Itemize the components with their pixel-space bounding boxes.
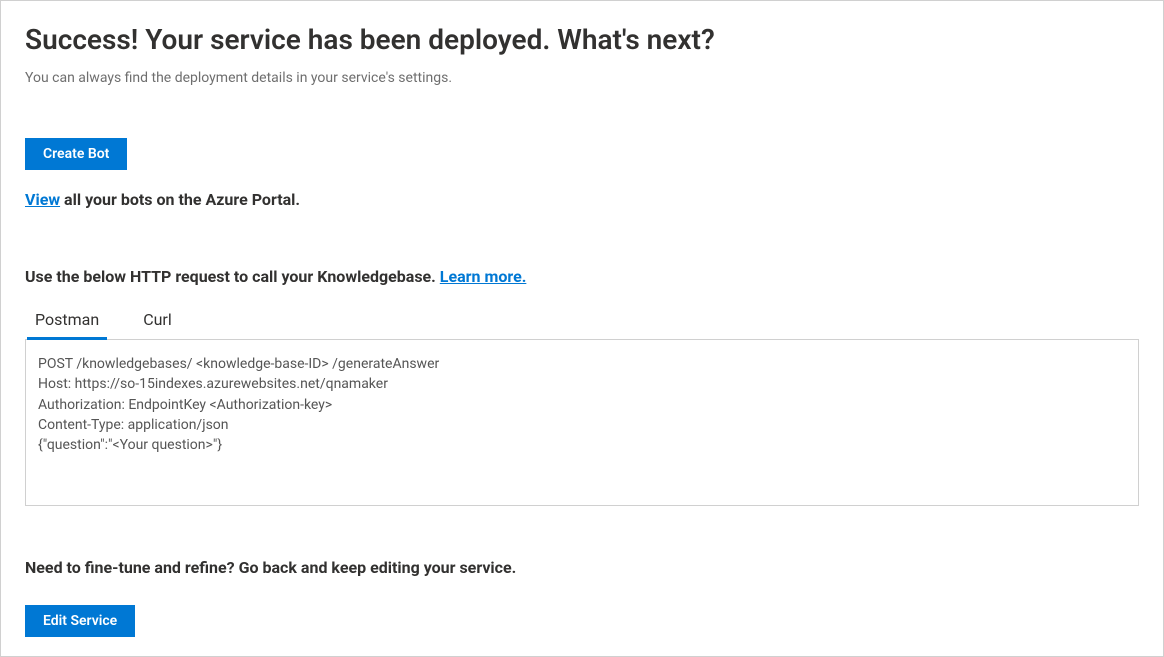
create-bot-button[interactable]: Create Bot: [25, 138, 127, 170]
learn-more-link[interactable]: Learn more.: [440, 267, 527, 286]
auth-key-placeholder: <Authorization-key>: [210, 397, 333, 413]
edit-service-button[interactable]: Edit Service: [25, 605, 135, 637]
view-bots-rest: all your bots on the Azure Portal.: [60, 190, 300, 209]
tab-curl[interactable]: Curl: [141, 304, 174, 339]
question-placeholder: <Your question>: [113, 437, 213, 453]
deployment-success-panel: Success! Your service has been deployed.…: [0, 0, 1164, 657]
tab-postman[interactable]: Postman: [33, 304, 101, 339]
page-title: Success! Your service has been deployed.…: [25, 23, 1139, 56]
code-line-1: POST /knowledgebases/ <knowledge-base-ID…: [38, 354, 1126, 374]
subtitle-text: You can always find the deployment detai…: [25, 70, 1139, 86]
code-line-3: Authorization: EndpointKey <Authorizatio…: [38, 395, 1126, 415]
http-request-code-box: POST /knowledgebases/ <knowledge-base-ID…: [25, 339, 1139, 506]
http-request-intro: Use the below HTTP request to call your …: [25, 267, 1139, 286]
code-line-5: {"question":"<Your question>"}: [38, 435, 1126, 455]
refine-text: Need to fine-tune and refine? Go back an…: [25, 558, 1139, 577]
view-link[interactable]: View: [25, 190, 60, 209]
view-bots-line: View all your bots on the Azure Portal.: [25, 190, 1139, 209]
code-line-4: Content-Type: application/json: [38, 415, 1126, 435]
code-tabs: Postman Curl: [25, 304, 1139, 339]
code-line-2: Host: https://so-15indexes.azurewebsites…: [38, 374, 1126, 394]
http-intro-text: Use the below HTTP request to call your …: [25, 267, 440, 286]
kb-id-placeholder: <knowledge-base-ID>: [196, 356, 329, 372]
